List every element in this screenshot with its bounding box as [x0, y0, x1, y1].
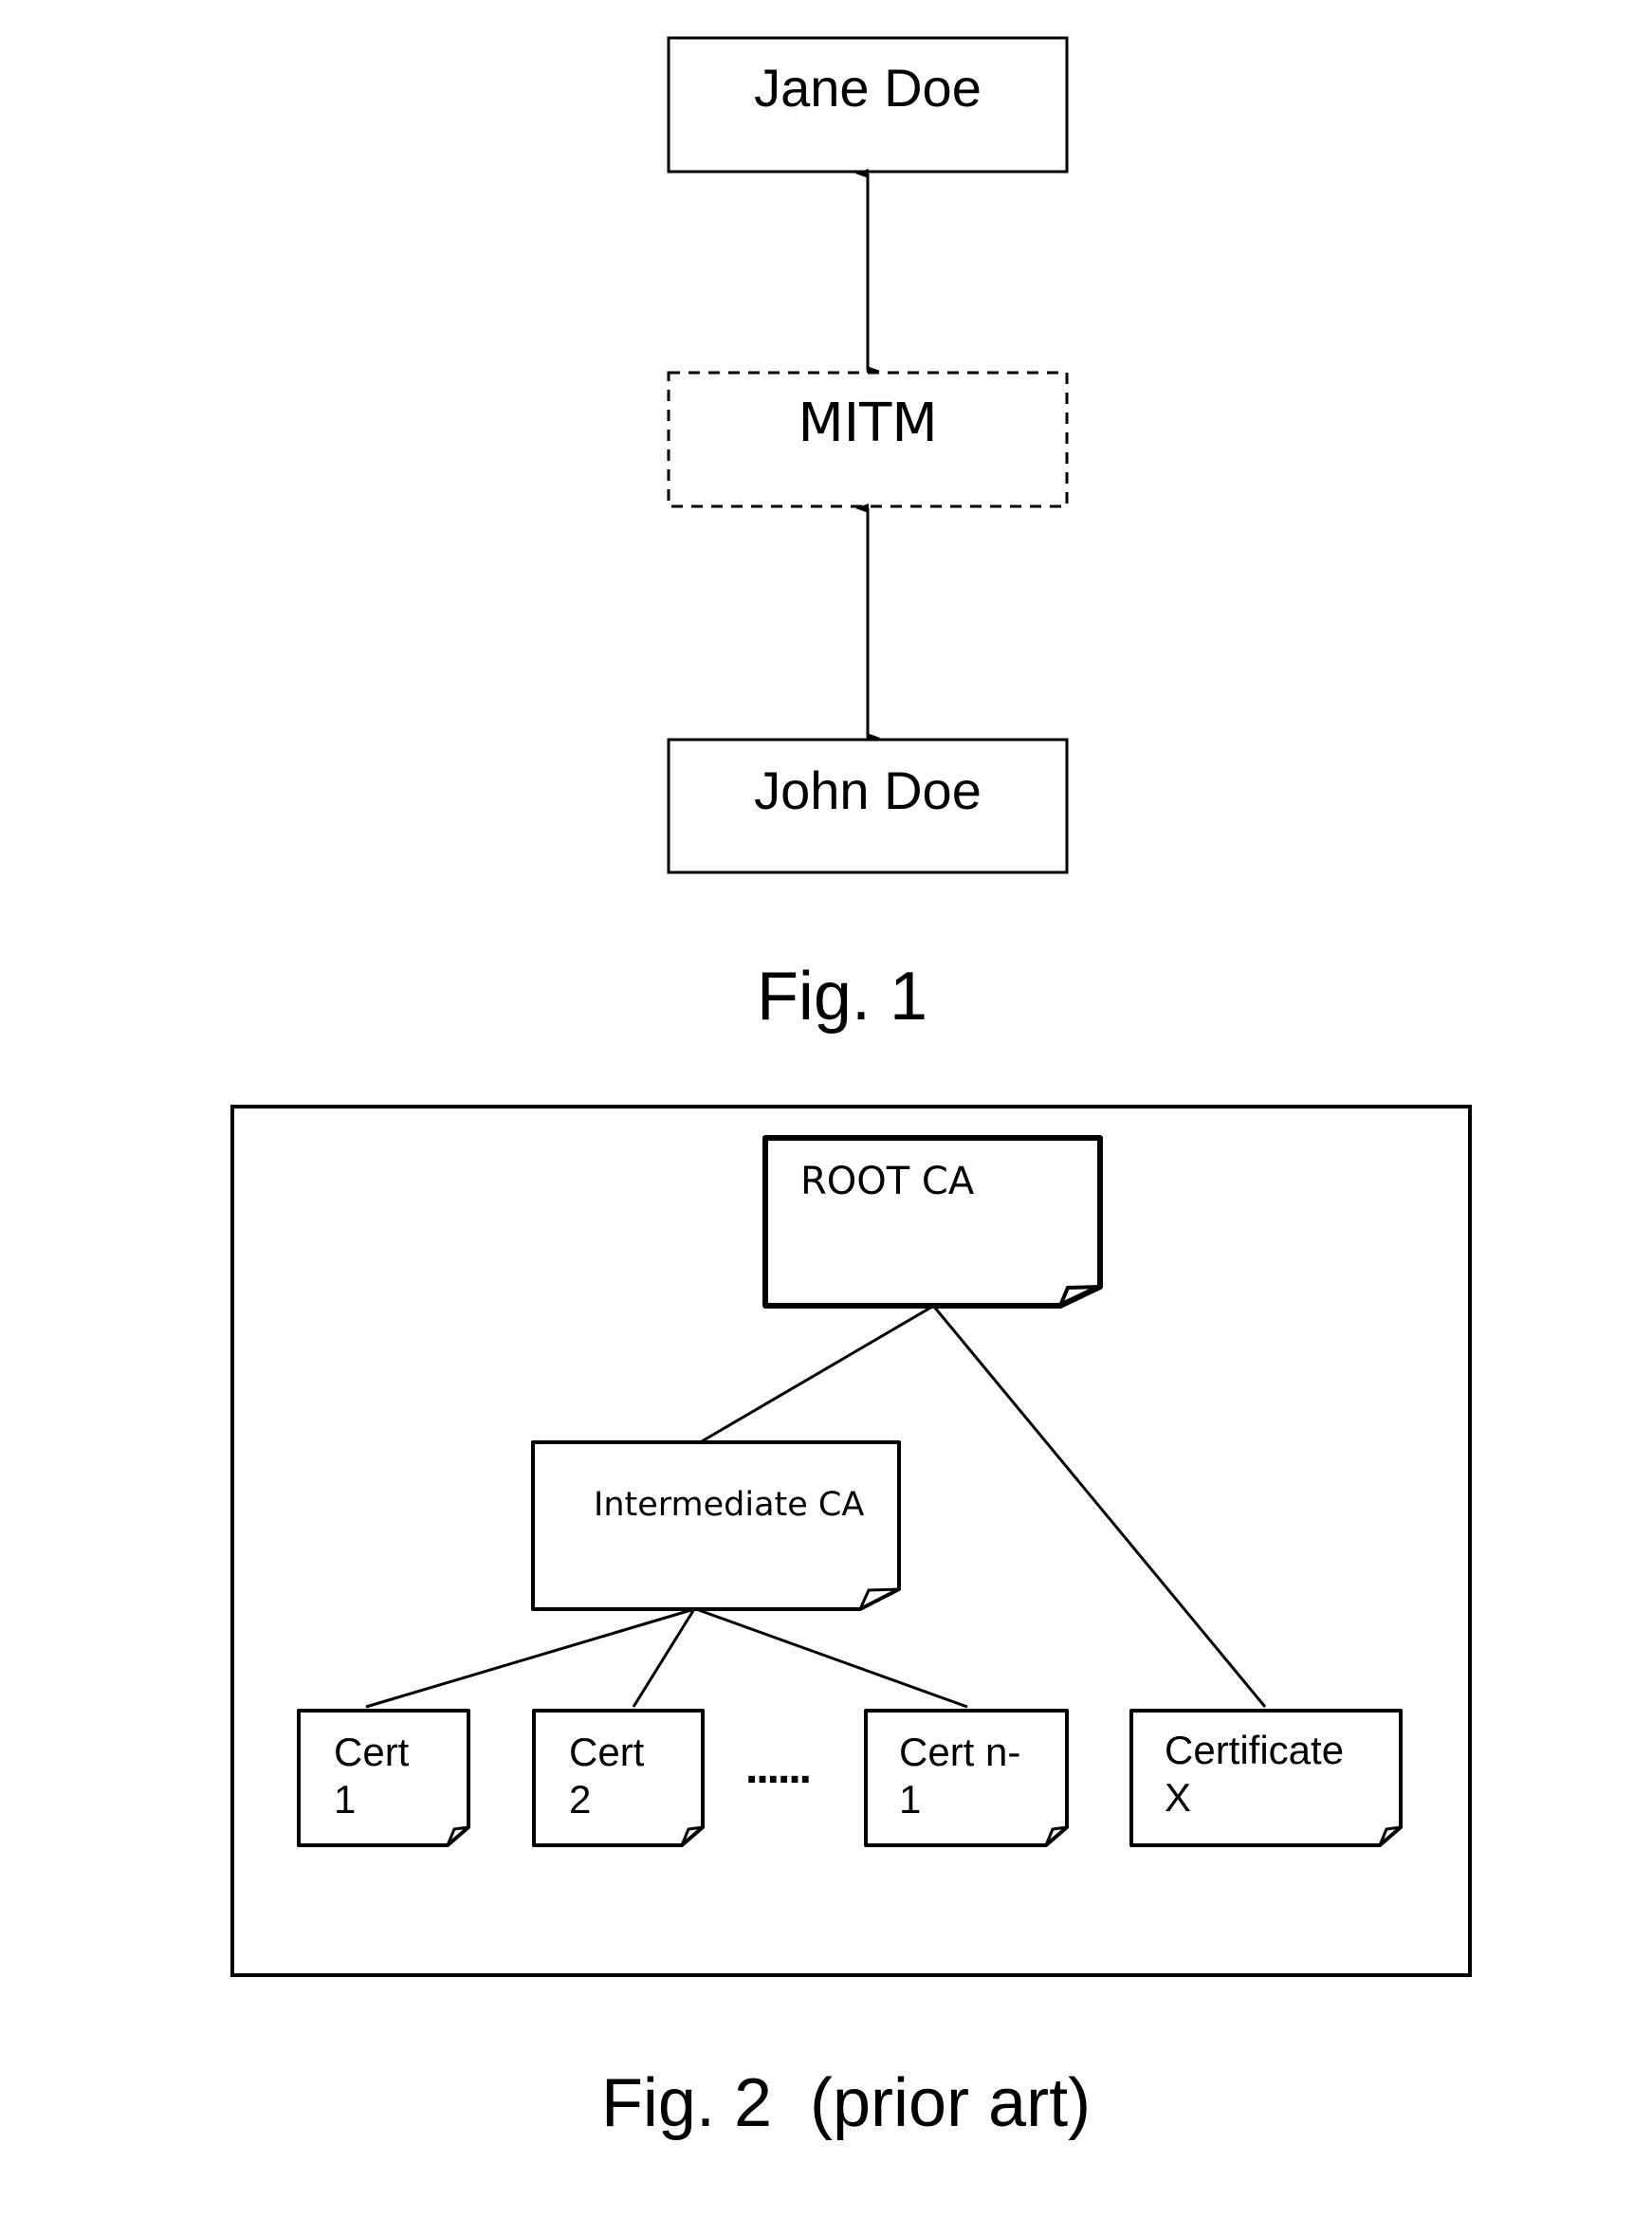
cert-n-minus-1-label-line-1: Cert n-: [899, 1730, 1020, 1774]
mitm-label: MITM: [798, 393, 937, 454]
certificate-x-label-line-1: Certificate: [1165, 1728, 1344, 1772]
cert-2-label-line-1: Cert: [569, 1730, 645, 1774]
node-jane-doe: Jane Doe: [667, 36, 1069, 174]
cert-n-minus-1-label-line-2: 1: [899, 1777, 921, 1822]
node-mitm: MITM: [667, 371, 1069, 508]
john-doe-label: John Doe: [754, 760, 982, 820]
node-cert-1: Cert 1: [297, 1709, 470, 1847]
node-root-ca: ROOT CA: [762, 1135, 1103, 1309]
root-ca-label: ROOT CA: [800, 1160, 975, 1203]
node-certificate-x: Certificate X: [1129, 1709, 1403, 1847]
figure-2: ROOT CA Intermediate CA Cert 1 Cert 2 ..…: [230, 1105, 1472, 2141]
node-cert-2: Cert 2: [532, 1709, 705, 1847]
cert-1-label-line-1: Cert: [334, 1730, 410, 1774]
ellipsis-more-certs: ......: [745, 1743, 810, 1793]
node-john-doe: John Doe: [667, 738, 1069, 874]
certificate-x-label-line-2: X: [1165, 1775, 1191, 1820]
line-root-intermediate: [701, 1305, 933, 1443]
patent-figures-canvas: Jane Doe MITM John Doe Fig. 1 ROOT CA In…: [230, 36, 1472, 2141]
intermediate-ca-box: [531, 1440, 901, 1611]
figure-1-caption: Fig. 1: [757, 959, 927, 1035]
line-intermediate-certn1: [695, 1607, 968, 1709]
figure-1: Jane Doe MITM John Doe Fig. 1: [667, 36, 1069, 1035]
node-intermediate-ca: Intermediate CA: [531, 1440, 901, 1611]
jane-doe-label: Jane Doe: [754, 58, 982, 118]
node-cert-n-minus-1: Cert n- 1: [864, 1709, 1069, 1847]
cert-2-label-line-2: 2: [569, 1777, 591, 1822]
figure-2-caption: Fig. 2 (prior art): [601, 2065, 1091, 2141]
line-intermediate-cert1: [365, 1607, 695, 1709]
line-root-certx: [932, 1306, 1267, 1708]
intermediate-ca-label: Intermediate CA: [594, 1486, 864, 1524]
cert-1-label-line-2: 1: [334, 1777, 356, 1822]
